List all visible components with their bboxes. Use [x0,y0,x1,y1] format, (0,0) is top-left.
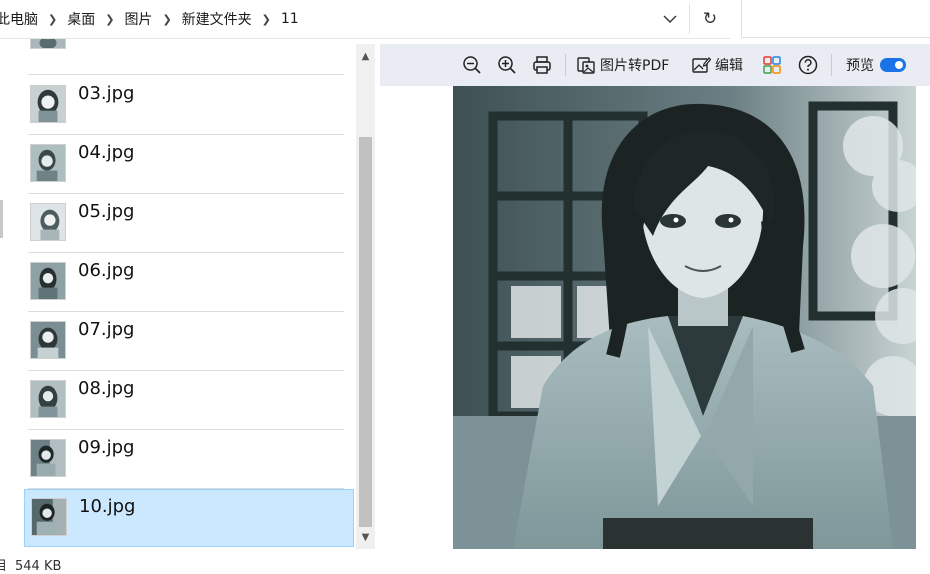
file-thumbnail [31,498,67,536]
divider [689,4,690,34]
print-icon [532,55,552,75]
file-thumbnail [30,380,66,418]
breadcrumb-item-11[interactable]: 11 [275,11,305,27]
scroll-up-button[interactable]: ▲ [356,46,375,66]
image-to-pdf-button[interactable]: 图片转PDF [576,52,669,78]
toolbar-divider [565,54,566,76]
list-item[interactable]: 03.jpg [24,77,354,135]
scroll-down-button[interactable]: ▼ [356,527,375,547]
toggle-switch[interactable] [880,58,906,72]
zoom-in-icon [497,55,517,75]
status-bar: 目544 KB [0,555,61,572]
zoom-in-button[interactable] [495,52,519,78]
file-list-scrollbar[interactable]: ▲ ▼ [356,44,375,549]
pdf-icon [576,55,596,75]
preview-toggle[interactable]: 预览 [846,52,906,78]
file-name: 10.jpg [79,496,135,517]
image-preview [453,86,916,549]
search-input[interactable] [742,0,930,37]
list-item[interactable]: 09.jpg [24,431,354,489]
file-list[interactable]: 03.jpg 04.jpg 05.jpg 06.jpg 07.jpg [22,39,356,550]
address-bar[interactable]: 此电脑 ❯ 桌面 ❯ 图片 ❯ 新建文件夹 ❯ 11 ↻ [0,0,730,39]
toolbar-divider [831,54,832,76]
apps-icon [763,56,781,74]
scrollbar-thumb[interactable] [359,137,372,527]
preview-toolbar: 图片转PDF 编辑 预览 [380,44,930,86]
file-thumbnail [30,262,66,300]
file-thumbnail [30,39,66,49]
nav-pane-edge [0,200,3,238]
file-name: 09.jpg [78,437,134,458]
breadcrumb-item-pictures[interactable]: 图片 [118,9,158,29]
zoom-out-icon [462,55,482,75]
chevron-right-icon: ❯ [158,13,175,26]
chevron-down-icon [663,15,677,24]
refresh-icon: ↻ [703,9,717,29]
breadcrumb-item-desktop[interactable]: 桌面 [61,9,101,29]
image-to-pdf-label: 图片转PDF [600,55,669,75]
print-button[interactable] [530,52,554,78]
search-box[interactable] [741,0,930,38]
breadcrumb-item-new-folder[interactable]: 新建文件夹 [176,9,258,29]
list-item[interactable]: 07.jpg [24,313,354,371]
edit-label: 编辑 [715,55,743,75]
preview-label: 预览 [846,55,874,75]
file-name: 07.jpg [78,319,134,340]
file-thumbnail [30,439,66,477]
file-name: 04.jpg [78,142,134,163]
file-thumbnail [30,203,66,241]
portrait-image [453,86,916,549]
chevron-right-icon: ❯ [101,13,118,26]
file-name: 05.jpg [78,201,134,222]
apps-button[interactable] [761,52,783,78]
file-thumbnail [30,321,66,359]
help-button[interactable] [796,52,820,78]
help-icon [798,55,818,75]
edit-button[interactable]: 编辑 [691,52,743,78]
file-thumbnail [30,144,66,182]
zoom-out-button[interactable] [460,52,484,78]
file-thumbnail [30,85,66,123]
chevron-right-icon: ❯ [44,13,61,26]
breadcrumb-item-pc[interactable]: 此电脑 [0,9,44,29]
edit-image-icon [691,55,711,75]
list-item[interactable]: 04.jpg [24,136,354,194]
list-item-selected[interactable]: 10.jpg [24,489,354,547]
file-name: 03.jpg [78,83,134,104]
breadcrumb: 此电脑 ❯ 桌面 ❯ 图片 ❯ 新建文件夹 ❯ 11 [0,0,305,38]
refresh-button[interactable]: ↻ [696,6,724,32]
list-item[interactable]: 06.jpg [24,254,354,312]
list-item[interactable] [24,39,354,75]
file-name: 08.jpg [78,378,134,399]
list-item[interactable]: 05.jpg [24,195,354,253]
chevron-right-icon: ❯ [258,13,275,26]
file-name: 06.jpg [78,260,134,281]
address-dropdown-button[interactable] [656,6,684,32]
list-item[interactable]: 08.jpg [24,372,354,430]
